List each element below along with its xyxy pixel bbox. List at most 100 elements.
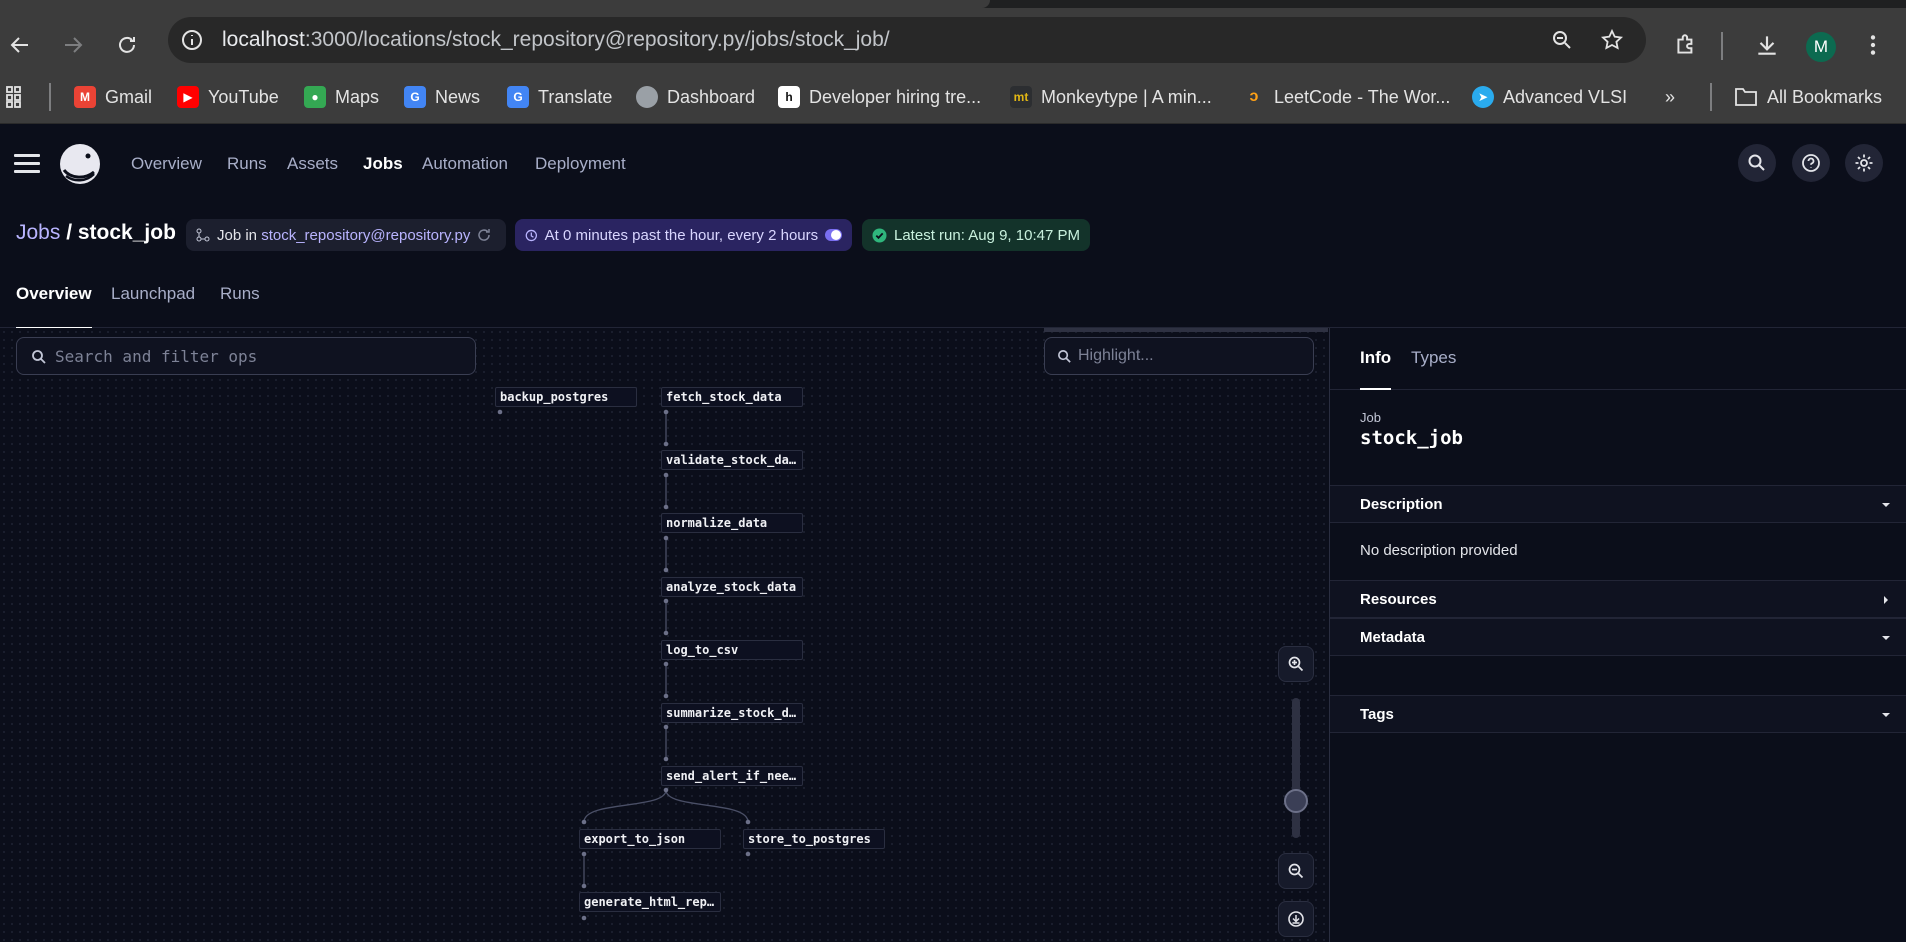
op-node[interactable]: store_to_postgres xyxy=(743,829,885,849)
description-section-header[interactable]: Description xyxy=(1330,485,1906,523)
schedule-toggle[interactable] xyxy=(825,229,842,241)
bookmark-label: Maps xyxy=(335,86,380,107)
zoom-slider-track[interactable] xyxy=(1292,698,1300,838)
zoom-out-icon xyxy=(1288,863,1304,879)
reload-icon xyxy=(119,36,135,53)
app-header: Overview Runs Assets Jobs Automation Dep… xyxy=(0,124,1906,206)
section-label: Description xyxy=(1360,496,1443,513)
breadcrumb-jobs-link[interactable]: Jobs xyxy=(16,221,60,244)
url-path: :3000/locations/stock_repository@reposit… xyxy=(304,28,890,51)
site-info-icon[interactable] xyxy=(180,28,204,52)
nav-automation[interactable]: Automation xyxy=(422,154,508,174)
more-bookmarks-button[interactable]: » xyxy=(1665,83,1675,111)
nav-jobs[interactable]: Jobs xyxy=(363,154,403,174)
zoom-icon[interactable] xyxy=(1550,28,1574,52)
op-node[interactable]: validate_stock_da... xyxy=(661,450,803,470)
tab-launchpad[interactable]: Launchpad xyxy=(111,284,195,328)
zoom-in-button[interactable] xyxy=(1278,646,1314,682)
apps-button[interactable] xyxy=(6,83,28,111)
op-node[interactable]: log_to_csv xyxy=(661,640,803,660)
right-sidebar: Info Types Job stock_job Description No … xyxy=(1329,328,1906,942)
bookmark-advanced-vlsi[interactable]: ➤ Advanced VLSI xyxy=(1472,83,1627,111)
help-icon xyxy=(1802,154,1820,172)
op-node[interactable]: backup_postgres xyxy=(495,387,637,407)
zoom-out-button[interactable] xyxy=(1278,853,1314,889)
job-tabs: Overview Launchpad Runs xyxy=(0,284,1906,329)
op-node[interactable]: generate_html_rep... xyxy=(579,892,721,912)
latest-run-tag[interactable]: Latest run: Aug 9, 10:47 PM xyxy=(862,219,1090,251)
arrow-left-icon xyxy=(10,37,28,53)
op-node[interactable]: send_alert_if_nee... xyxy=(661,766,803,786)
tab-overview[interactable]: Overview xyxy=(16,284,92,329)
nav-assets[interactable]: Assets xyxy=(287,154,338,174)
page-header: Jobs / stock_job Job in stock_repository… xyxy=(0,212,1906,256)
bookmark-star-icon[interactable] xyxy=(1600,28,1624,52)
bookmark-gmail[interactable]: M Gmail xyxy=(74,83,152,111)
hamburger-menu-icon[interactable] xyxy=(14,154,40,174)
op-node[interactable]: export_to_json xyxy=(579,829,721,849)
search-button[interactable] xyxy=(1738,144,1776,182)
section-label: Resources xyxy=(1360,591,1437,608)
op-node[interactable]: normalize_data xyxy=(661,513,803,533)
bookmark-monkeytype[interactable]: mt Monkeytype | A min... xyxy=(1010,83,1212,111)
dagster-logo-icon[interactable] xyxy=(56,142,104,188)
sidebar-tabs: Info Types xyxy=(1330,328,1906,390)
bookmark-leetcode[interactable]: ↄ LeetCode - The Wor... xyxy=(1243,83,1451,111)
latest-run-value[interactable]: Aug 9, 10:47 PM xyxy=(968,227,1080,244)
kebab-menu-icon xyxy=(1870,35,1876,55)
metadata-section-header[interactable]: Metadata xyxy=(1330,618,1906,656)
browser-menu-button[interactable] xyxy=(1853,25,1893,65)
nav-runs[interactable]: Runs xyxy=(227,154,267,174)
profile-avatar[interactable]: M xyxy=(1806,32,1836,62)
nav-overview[interactable]: Overview xyxy=(131,154,202,174)
all-bookmarks-button[interactable]: All Bookmarks xyxy=(1734,83,1882,111)
url-text[interactable]: localhost:3000/locations/stock_repositor… xyxy=(222,28,890,52)
op-graph-canvas[interactable] xyxy=(0,328,1328,942)
highlight-input[interactable] xyxy=(1078,338,1308,374)
help-button[interactable] xyxy=(1792,144,1830,182)
reload-button[interactable] xyxy=(107,25,147,65)
job-location-tag: Job in stock_repository@repository.py xyxy=(186,219,506,251)
bookmark-translate[interactable]: G Translate xyxy=(507,83,612,111)
download-graph-button[interactable] xyxy=(1278,901,1314,937)
monkeytype-icon: mt xyxy=(1010,86,1032,108)
op-node[interactable]: summarize_stock_d... xyxy=(661,703,803,723)
extensions-button[interactable] xyxy=(1666,25,1706,65)
h-icon: h xyxy=(778,86,800,108)
job-graph-icon xyxy=(196,228,210,242)
forward-button[interactable] xyxy=(53,25,93,65)
settings-button[interactable] xyxy=(1845,144,1883,182)
bookmark-news[interactable]: G News xyxy=(404,83,480,111)
op-node[interactable]: fetch_stock_data xyxy=(661,387,803,407)
tags-section-header[interactable]: Tags xyxy=(1330,695,1906,733)
bookmark-maps[interactable]: ● Maps xyxy=(304,83,379,111)
graph-scrollbar[interactable] xyxy=(1044,328,1328,332)
back-button[interactable] xyxy=(0,25,40,65)
address-bar[interactable]: localhost:3000/locations/stock_repositor… xyxy=(168,17,1646,63)
bookmark-label: Dashboard xyxy=(667,86,756,107)
nav-deployment[interactable]: Deployment xyxy=(535,154,626,174)
tab-runs[interactable]: Runs xyxy=(220,284,260,328)
clock-icon xyxy=(525,229,538,241)
zoom-slider-thumb[interactable] xyxy=(1284,789,1308,813)
op-search-input[interactable] xyxy=(55,338,465,374)
bookmark-label: LeetCode - The Wor... xyxy=(1274,86,1451,107)
tab-types[interactable]: Types xyxy=(1411,348,1456,390)
highlight-box xyxy=(1044,337,1314,375)
op-node[interactable]: analyze_stock_data xyxy=(661,577,803,597)
chevrons-right-icon: » xyxy=(1665,86,1676,107)
schedule-tag[interactable]: At 0 minutes past the hour, every 2 hour… xyxy=(515,219,852,251)
downloads-button[interactable] xyxy=(1747,25,1787,65)
bookmark-developer-hiring[interactable]: h Developer hiring tre... xyxy=(778,83,981,111)
resources-section-header[interactable]: Resources xyxy=(1330,580,1906,618)
bookmark-youtube[interactable]: ▶ YouTube xyxy=(177,83,279,111)
breadcrumb: Jobs / stock_job xyxy=(16,221,176,245)
bookmarks-bar: M Gmail ▶ YouTube ● Maps G News G Translate D… xyxy=(0,70,1906,124)
tab-info[interactable]: Info xyxy=(1360,348,1392,390)
apps-grid-icon xyxy=(6,86,21,108)
repository-link[interactable]: stock_repository@repository.py xyxy=(261,227,470,244)
active-tab[interactable] xyxy=(0,0,990,8)
reload-repository-icon[interactable] xyxy=(477,228,491,242)
zoom-in-icon xyxy=(1288,656,1304,672)
bookmark-dashboard[interactable]: Dashboard xyxy=(636,83,755,111)
